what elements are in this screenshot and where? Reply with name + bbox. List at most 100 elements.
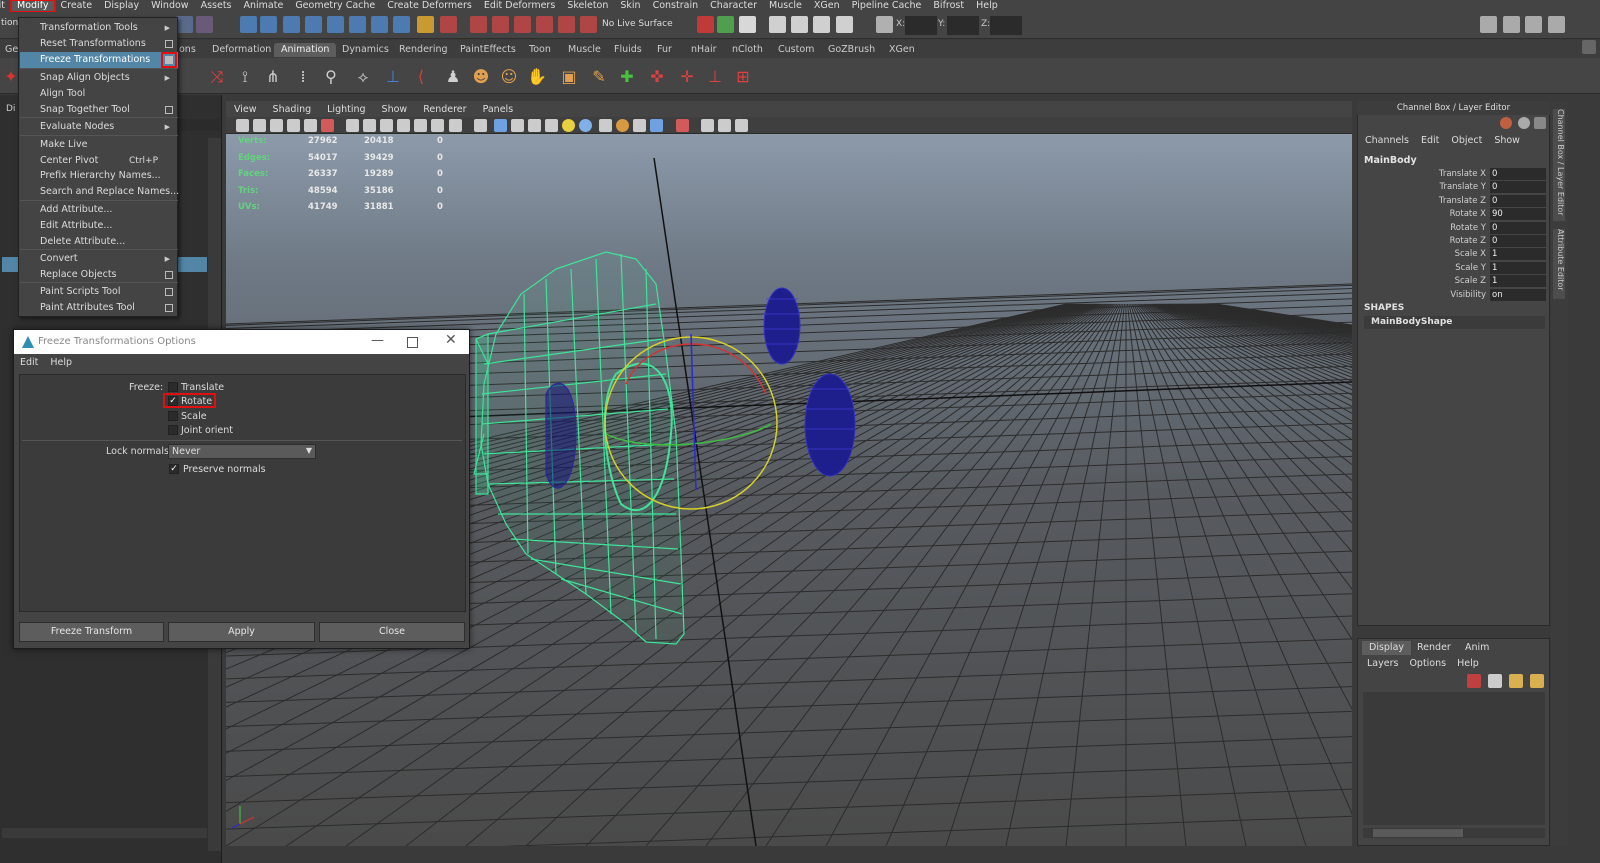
menu-item-add-attribute[interactable]: Add Attribute... <box>20 202 178 218</box>
attribute-value[interactable]: 0 <box>1490 168 1546 180</box>
attribute-row[interactable]: Scale Y 1 <box>1364 261 1546 275</box>
menu-create-deformers[interactable]: Create Deformers <box>381 0 478 12</box>
lasso-icon[interactable] <box>196 16 213 33</box>
attribute-value[interactable]: 90 <box>1490 208 1546 221</box>
shelf-tab-ncloth[interactable]: nCloth <box>725 43 770 57</box>
tool-settings-toggle-icon[interactable] <box>1525 16 1542 33</box>
le-menu-options[interactable]: Options <box>1409 658 1446 669</box>
skeleton-icon[interactable]: ⁞ <box>292 66 314 88</box>
attribute-value[interactable]: 1 <box>1490 261 1546 274</box>
snap-icon[interactable] <box>558 16 575 33</box>
menu-window[interactable]: Window <box>145 0 194 12</box>
viewport-menu-show[interactable]: Show <box>374 104 416 115</box>
xray-icon[interactable] <box>449 119 462 132</box>
ik-spline-icon[interactable]: ⋔ <box>262 66 284 88</box>
attribute-row[interactable]: Translate Y0 <box>1364 181 1546 194</box>
blend-shape-icon[interactable]: ⊥ <box>382 66 404 88</box>
cluster-icon[interactable]: ⚲ <box>320 66 342 88</box>
menu-item-center-pivot[interactable]: Center Pivot Ctrl+P <box>20 153 178 169</box>
smooth-shade-icon[interactable] <box>363 119 376 132</box>
bookmark-icon[interactable] <box>270 119 283 132</box>
constraint-icon[interactable]: ▣ <box>558 66 580 88</box>
bend-icon[interactable]: ⟨ <box>410 66 432 88</box>
attribute-row[interactable]: Rotate X 90 <box>1364 208 1546 221</box>
dialog-menu-help[interactable]: Help <box>44 354 78 371</box>
menu-bifrost[interactable]: Bifrost <box>927 0 970 12</box>
layer-hscrollbar[interactable] <box>1363 828 1545 838</box>
film-gate-icon[interactable] <box>321 119 334 132</box>
orient-constraint-icon[interactable]: ⊥ <box>704 66 726 88</box>
settings-grid-icon[interactable] <box>836 16 853 33</box>
option-box-icon[interactable] <box>165 271 173 279</box>
freeze-transform-button[interactable]: Freeze Transform <box>19 622 164 642</box>
menu-item-prefix-hierarchy-names[interactable]: Prefix Hierarchy Names... <box>20 168 178 184</box>
antialias-icon[interactable] <box>545 119 558 132</box>
le-menu-help[interactable]: Help <box>1457 658 1479 669</box>
car-body-wireframe[interactable] <box>473 251 685 645</box>
le-menu-layers[interactable]: Layers <box>1367 658 1398 669</box>
exposure-icon[interactable] <box>633 119 646 132</box>
snap-surface-icon[interactable] <box>327 16 344 33</box>
layer-tab-render[interactable]: Render <box>1410 641 1458 655</box>
close-button[interactable]: Close <box>319 622 465 642</box>
attribute-row[interactable]: Scale Z 1 <box>1364 275 1546 288</box>
cb-speed-icon[interactable] <box>1518 117 1530 129</box>
dialog-menu-edit[interactable]: Edit <box>14 354 44 371</box>
menu-item-evaluate-nodes[interactable]: Evaluate Nodes ▶ <box>20 119 178 135</box>
layer-add-icon[interactable] <box>1530 674 1544 688</box>
attribute-value[interactable]: 0 <box>1490 235 1546 247</box>
render-view-icon[interactable] <box>813 16 830 33</box>
paint-weights-icon[interactable]: ✎ <box>588 66 610 88</box>
left-hscrollbar[interactable] <box>2 828 207 838</box>
menu-create[interactable]: Create <box>55 0 99 12</box>
menu-constrain[interactable]: Constrain <box>647 0 705 12</box>
x-field[interactable] <box>905 16 937 35</box>
attribute-value[interactable]: 1 <box>1490 248 1546 261</box>
menu-pipeline-cache[interactable]: Pipeline Cache <box>846 0 928 12</box>
render-icon[interactable] <box>440 16 457 33</box>
depth-of-field-icon[interactable] <box>599 119 612 132</box>
y-field[interactable] <box>947 16 979 35</box>
attribute-row[interactable]: Translate Z 0 <box>1364 194 1546 208</box>
close-icon[interactable]: ✕ <box>445 332 457 348</box>
apply-button[interactable]: Apply <box>168 622 315 642</box>
two-panel-icon[interactable] <box>718 119 731 132</box>
layer-empty-icon[interactable] <box>1509 674 1523 688</box>
snap-point-icon[interactable] <box>283 16 300 33</box>
menu-geometry-cache[interactable]: Geometry Cache <box>289 0 381 12</box>
wireframe-on-shaded-icon[interactable] <box>380 119 393 132</box>
cb-menu-show[interactable]: Show <box>1494 135 1520 146</box>
layer-list[interactable] <box>1363 692 1545 825</box>
new-layer-icon[interactable] <box>1467 674 1481 688</box>
ik-handle-icon[interactable]: ⤨ <box>206 66 228 88</box>
magnet-icon[interactable] <box>536 16 553 33</box>
render-settings-icon[interactable] <box>492 16 509 33</box>
z-field[interactable] <box>990 16 1022 35</box>
attribute-value[interactable]: 0 <box>1490 181 1546 194</box>
panel-icon[interactable] <box>739 16 756 33</box>
attribute-row[interactable]: Translate X 0 <box>1364 168 1546 181</box>
menu-item-snap-together-tool[interactable]: Snap Together Tool <box>20 102 178 118</box>
menu-item-freeze-transformations[interactable]: Freeze Transformations <box>20 52 178 68</box>
lock-icon[interactable] <box>417 16 434 33</box>
isolate-icon[interactable] <box>474 119 487 132</box>
menu-muscle[interactable]: Muscle <box>763 0 808 12</box>
cb-key-icon[interactable] <box>1500 117 1512 129</box>
history-icon[interactable] <box>371 16 388 33</box>
shelf-tab-animation[interactable]: Animation <box>274 43 337 57</box>
channel-box-node-name[interactable]: MainBody <box>1364 155 1417 166</box>
xray-joints-icon[interactable] <box>494 119 507 132</box>
shape-node-name[interactable]: MainBodyShape <box>1364 316 1545 329</box>
cb-menu-edit[interactable]: Edit <box>1421 135 1439 146</box>
option-box-icon[interactable] <box>165 288 173 296</box>
side-tab-channel-box[interactable]: Channel Box / Layer Editor <box>1553 109 1565 221</box>
attribute-value[interactable]: 1 <box>1490 275 1546 288</box>
option-box-icon[interactable] <box>165 304 173 312</box>
sphere-icon[interactable] <box>579 119 592 132</box>
shelf-tab-custom[interactable]: Custom <box>771 43 821 57</box>
shelf-tab-fluids[interactable]: Fluids <box>607 43 649 57</box>
viewport-menu-panels[interactable]: Panels <box>475 104 522 115</box>
menu-assets[interactable]: Assets <box>195 0 238 12</box>
attribute-value[interactable]: 0 <box>1490 221 1546 234</box>
cb-pin-icon[interactable] <box>1534 117 1546 129</box>
